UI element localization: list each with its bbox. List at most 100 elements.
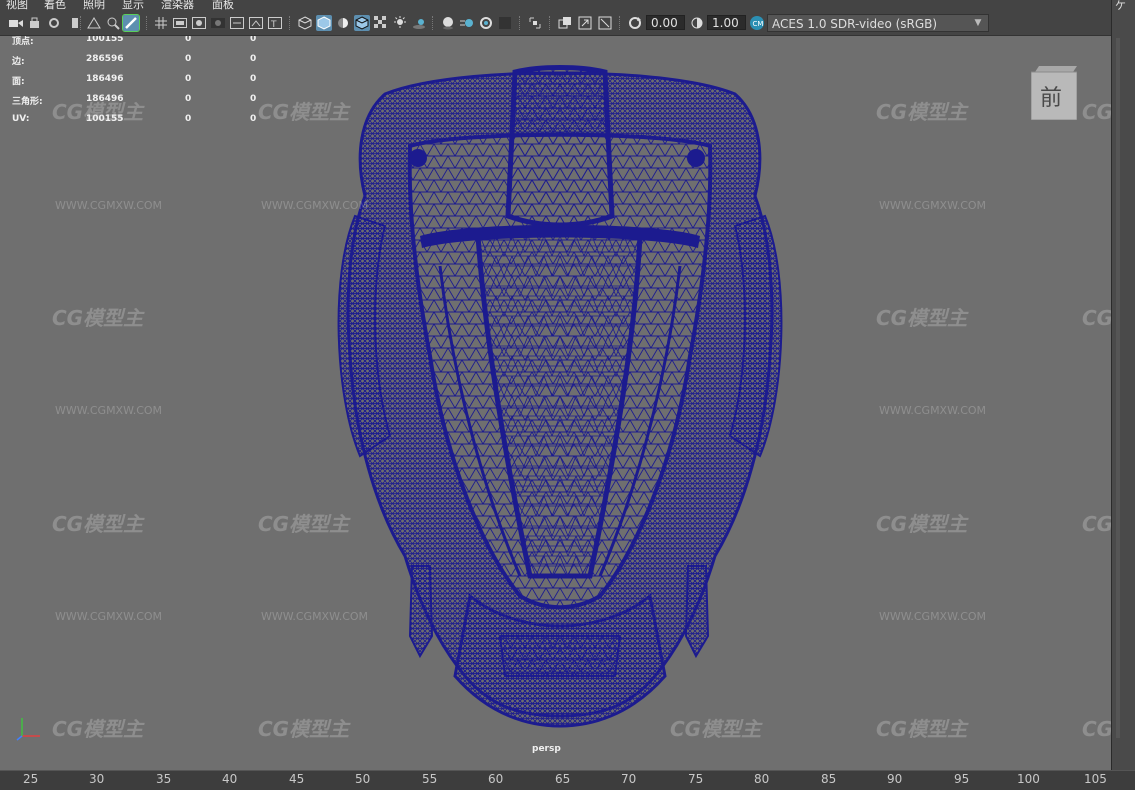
backface-culling-icon[interactable] xyxy=(597,15,613,31)
toolbar-separator xyxy=(146,16,149,30)
time-slider[interactable]: 25 30 35 40 45 50 55 60 65 70 75 80 85 9… xyxy=(0,770,1135,790)
time-tick: 65 xyxy=(555,772,571,786)
gamma-field[interactable]: 1.00 xyxy=(707,15,746,30)
lights-icon[interactable] xyxy=(392,15,408,31)
watermark-url: WWW.CGMXW.COM xyxy=(261,199,369,212)
hud-label: 边: xyxy=(12,57,25,67)
safe-title-icon[interactable]: T xyxy=(267,15,283,31)
field-chart-icon[interactable] xyxy=(229,15,245,31)
hud-component: 0 xyxy=(250,74,257,84)
time-tick: 95 xyxy=(954,772,970,786)
hud-selected: 0 xyxy=(185,114,192,124)
watermark-logo: CG模型主 xyxy=(670,717,762,741)
menu-lighting[interactable]: 照明 xyxy=(83,0,105,10)
time-tick: 100 xyxy=(1017,772,1040,786)
watermark-logo: CG模型主 xyxy=(876,100,968,124)
time-tick: 85 xyxy=(821,772,837,786)
grid-icon[interactable] xyxy=(153,15,169,31)
hud-component: 0 xyxy=(250,114,257,124)
resolution-gate-icon[interactable] xyxy=(191,15,207,31)
watermark-url: WWW.CGMXW.COM xyxy=(55,199,163,212)
watermark-logo: CG模型主 xyxy=(52,717,144,741)
time-tick: 55 xyxy=(422,772,438,786)
watermark-logo: CG模型主 xyxy=(258,512,350,536)
color-space-dropdown[interactable]: ACES 1.0 SDR-video (sRGB) ▼ xyxy=(767,14,989,32)
default-material-icon[interactable] xyxy=(335,15,351,31)
screen-space-ao-icon[interactable] xyxy=(440,15,456,31)
isolate-select-icon[interactable] xyxy=(527,15,543,31)
menu-view[interactable]: 视图 xyxy=(6,0,28,10)
time-tick: 40 xyxy=(222,772,238,786)
wireframe-icon[interactable] xyxy=(297,15,313,31)
grease-pencil-icon[interactable] xyxy=(122,14,140,32)
time-tick: 105 xyxy=(1084,772,1107,786)
hud-total: 100155 xyxy=(86,36,124,44)
scrollbar[interactable] xyxy=(1116,38,1120,738)
watermark-logo: CG模型主 xyxy=(876,512,968,536)
hud-total: 286596 xyxy=(86,54,124,64)
view-cube[interactable]: 前 xyxy=(1030,66,1078,121)
hud-total: 186496 xyxy=(86,74,124,84)
camera-name-label: persp xyxy=(532,744,561,754)
hud-selected: 0 xyxy=(185,36,192,44)
depth-of-field-icon[interactable] xyxy=(497,15,513,31)
watermark-logo: CG模型主 xyxy=(52,306,144,330)
watermark-url: WWW.CGMXW.COM xyxy=(55,404,163,417)
watermark-logo: CG模型主 xyxy=(1082,512,1111,536)
helmet-wireframe-mesh xyxy=(337,65,783,728)
watermark-logo: CG模型主 xyxy=(258,717,350,741)
watermark-url: WWW.CGMXW.COM xyxy=(261,610,369,623)
menu-show[interactable]: 显示 xyxy=(122,0,144,10)
toolbar-separator xyxy=(519,16,522,30)
anti-aliasing-icon[interactable] xyxy=(478,15,494,31)
time-tick: 75 xyxy=(688,772,704,786)
camera-attributes-icon[interactable] xyxy=(47,15,63,31)
menu-renderer[interactable]: 渲染器 xyxy=(161,0,194,10)
menu-shading[interactable]: 着色 xyxy=(44,0,66,10)
time-tick: 25 xyxy=(23,772,39,786)
hud-selected: 0 xyxy=(185,54,192,64)
toolbar-separator xyxy=(619,16,622,30)
image-plane-icon[interactable] xyxy=(86,15,102,31)
xray-icon[interactable] xyxy=(373,15,389,31)
watermark-url: WWW.CGMXW.COM xyxy=(879,610,987,623)
toolbar-separator xyxy=(432,16,435,30)
time-tick: 70 xyxy=(621,772,637,786)
shadows-icon[interactable] xyxy=(411,15,427,31)
view-cube-face-label: 前 xyxy=(1040,86,1063,111)
safe-action-icon[interactable] xyxy=(248,15,264,31)
camera-select-icon[interactable] xyxy=(8,15,24,31)
watermark-logo: CG模型主 xyxy=(876,717,968,741)
color-management-icon[interactable]: CM xyxy=(749,15,765,31)
hud-selected: 0 xyxy=(185,94,192,104)
xray-joints-icon[interactable] xyxy=(557,15,573,31)
perspective-viewport[interactable]: CG模型主 CG模型主 CG模型主 CG模型主 WWW.CGMXW.COM WW… xyxy=(0,36,1111,770)
gate-mask-icon[interactable] xyxy=(210,15,226,31)
film-gate-icon[interactable] xyxy=(172,15,188,31)
toolbar-separator xyxy=(289,16,292,30)
camera-lock-icon[interactable] xyxy=(28,15,44,31)
xray-active-icon[interactable] xyxy=(577,15,593,31)
time-tick: 45 xyxy=(289,772,305,786)
color-space-label: ACES 1.0 SDR-video (sRGB) xyxy=(772,17,938,31)
exposure-reset-icon[interactable] xyxy=(627,15,643,31)
smooth-shade-icon[interactable] xyxy=(316,15,332,31)
toolbar-separator xyxy=(80,16,83,30)
gamma-reset-icon[interactable] xyxy=(689,15,705,31)
watermark-logo: CG模型主 xyxy=(1082,306,1111,330)
time-tick: 35 xyxy=(156,772,172,786)
svg-text:CM: CM xyxy=(753,20,764,28)
menu-panels[interactable]: 面板 xyxy=(212,0,234,10)
time-tick: 50 xyxy=(355,772,371,786)
wireframe-on-shaded-icon[interactable] xyxy=(354,15,370,31)
hud-total: 186496 xyxy=(86,94,124,104)
watermark-logo: CG模型主 xyxy=(1082,100,1111,124)
hud-label: UV: xyxy=(12,114,30,124)
axis-gizmo xyxy=(14,712,44,742)
motion-blur-icon[interactable] xyxy=(459,15,475,31)
right-panel-edge: ケ xyxy=(1111,0,1135,770)
2d-pan-zoom-icon[interactable] xyxy=(105,15,121,31)
exposure-field[interactable]: 0.00 xyxy=(646,15,685,30)
hud-selected: 0 xyxy=(185,74,192,84)
chevron-down-icon: ▼ xyxy=(974,18,982,28)
